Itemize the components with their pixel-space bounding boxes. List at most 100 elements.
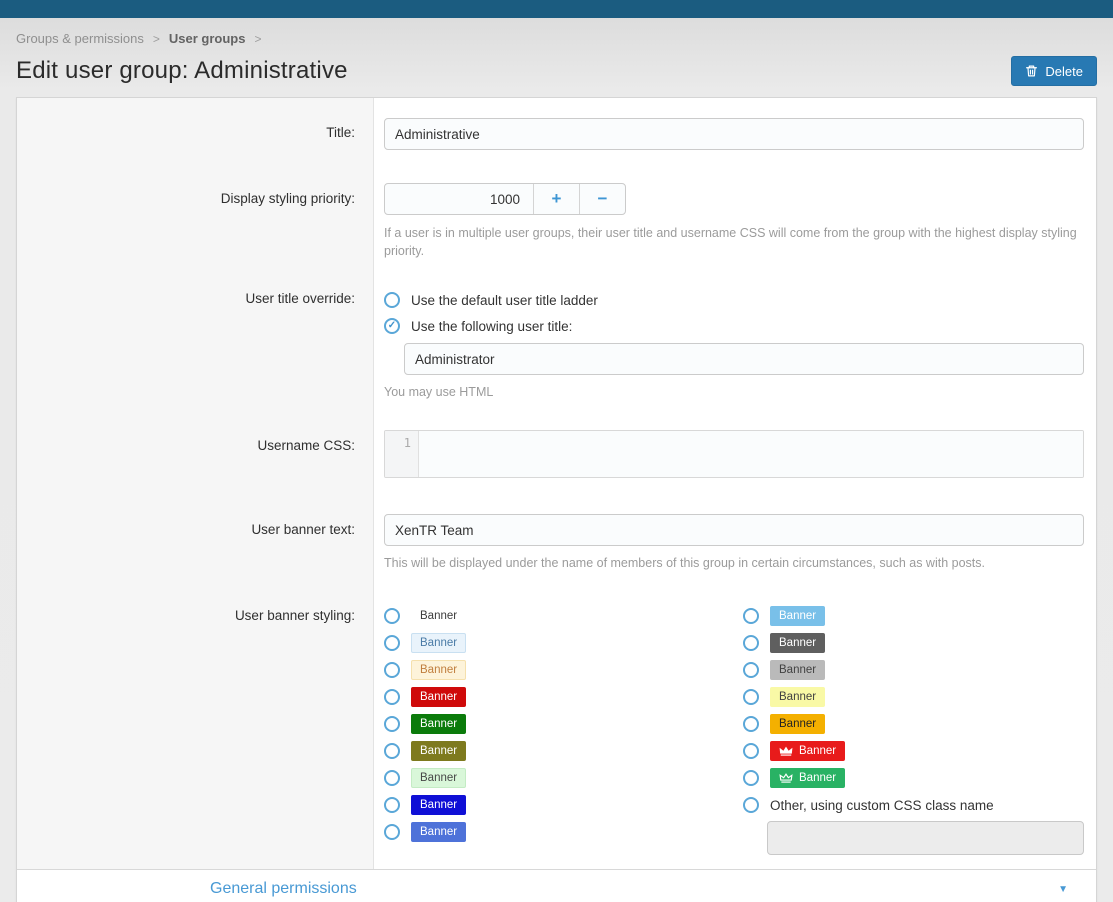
banner-option-light-yellow[interactable]: Banner: [743, 684, 1084, 711]
banner-text-row: User banner text: This will be displayed…: [17, 478, 1096, 572]
banner-preview[interactable]: Banner: [770, 633, 825, 654]
delete-button-label: Delete: [1045, 64, 1083, 79]
user-title-hint: You may use HTML: [384, 383, 1084, 401]
css-code-input[interactable]: [419, 431, 1083, 477]
radio-unchecked-icon[interactable]: [384, 689, 400, 705]
banner-preview[interactable]: Banner: [770, 660, 825, 681]
banner-option-wheat[interactable]: Banner: [384, 657, 743, 684]
banner-option-red[interactable]: Banner: [384, 684, 743, 711]
banner-preview[interactable]: Banner: [770, 741, 845, 762]
top-navigation-bar: [0, 0, 1113, 18]
breadcrumb-separator-icon: >: [153, 32, 160, 46]
radio-unchecked-icon[interactable]: [743, 635, 759, 651]
section-title: General permissions: [210, 880, 357, 898]
breadcrumb-user-groups[interactable]: User groups: [169, 31, 246, 46]
general-permissions-section-toggle[interactable]: General permissions ▼: [17, 869, 1096, 902]
banner-styling-row: User banner styling: Banner Banner: [17, 573, 1096, 869]
banner-preview[interactable]: Banner: [770, 687, 825, 708]
banner-option-custom-css[interactable]: Other, using custom CSS class name: [743, 792, 1084, 819]
radio-unchecked-icon[interactable]: [384, 716, 400, 732]
banner-text-input[interactable]: [384, 514, 1084, 546]
user-group-form: Title: Display styling priority: + − If …: [16, 97, 1097, 902]
radio-unchecked-icon[interactable]: [743, 770, 759, 786]
banner-preview[interactable]: Banner: [411, 822, 466, 843]
option-following-user-title[interactable]: Use the following user title:: [384, 316, 1084, 336]
crown-icon: [779, 773, 793, 783]
option-default-title-ladder[interactable]: Use the default user title ladder: [384, 290, 1084, 310]
banner-preview-label: Banner: [799, 771, 836, 786]
priority-input[interactable]: [385, 184, 533, 214]
radio-unchecked-icon[interactable]: [384, 608, 400, 624]
banner-option-olive[interactable]: Banner: [384, 738, 743, 765]
radio-unchecked-icon[interactable]: [384, 770, 400, 786]
page-header: Edit user group: Administrative Delete: [16, 56, 1097, 86]
css-code-editor: 1: [384, 430, 1084, 478]
radio-unchecked-icon[interactable]: [384, 635, 400, 651]
banner-preview[interactable]: Banner: [411, 714, 466, 735]
banner-preview-label: Banner: [799, 744, 836, 759]
display-priority-label: Display styling priority:: [17, 150, 374, 260]
custom-css-option-label: Other, using custom CSS class name: [770, 798, 994, 813]
breadcrumb: Groups & permissions > User groups >: [16, 31, 1097, 46]
delete-button[interactable]: Delete: [1011, 56, 1097, 86]
banner-preview[interactable]: Banner: [770, 714, 825, 735]
line-number-gutter: 1: [385, 431, 419, 477]
banner-preview[interactable]: Banner: [411, 687, 466, 708]
decrement-button[interactable]: −: [579, 184, 625, 214]
increment-button[interactable]: +: [533, 184, 579, 214]
breadcrumb-groups-permissions[interactable]: Groups & permissions: [16, 31, 144, 46]
username-css-row: Username CSS: 1: [17, 401, 1096, 478]
radio-unchecked-icon[interactable]: [384, 743, 400, 759]
banner-option-silver[interactable]: Banner: [743, 657, 1084, 684]
banner-preview[interactable]: Banner: [411, 795, 466, 816]
radio-unchecked-icon[interactable]: [743, 797, 759, 813]
banner-option-staff-red[interactable]: Banner: [743, 738, 1084, 765]
custom-css-class-input[interactable]: [767, 821, 1084, 855]
banner-option-light-blue[interactable]: Banner: [384, 630, 743, 657]
radio-unchecked-icon[interactable]: [384, 662, 400, 678]
radio-unchecked-icon[interactable]: [743, 608, 759, 624]
banner-text-label: User banner text:: [17, 478, 374, 572]
banner-option-dark-gray[interactable]: Banner: [743, 630, 1084, 657]
edit-user-group-page: Groups & permissions > User groups > Edi…: [0, 0, 1113, 902]
username-css-label: Username CSS:: [17, 401, 374, 478]
priority-stepper: + −: [384, 183, 626, 215]
banner-option-amber[interactable]: Banner: [743, 711, 1084, 738]
banner-preview[interactable]: Banner: [411, 606, 466, 627]
banner-preview[interactable]: Banner: [411, 741, 466, 762]
banner-preview[interactable]: Banner: [770, 606, 825, 627]
chevron-down-icon: ▼: [1058, 884, 1068, 895]
banner-option-staff-green[interactable]: Banner: [743, 765, 1084, 792]
radio-unchecked-icon[interactable]: [743, 662, 759, 678]
banner-options-right-column: Banner Banner Banner: [743, 603, 1084, 855]
banner-option-royal-blue[interactable]: Banner: [384, 819, 743, 846]
title-row: Title:: [17, 98, 1096, 150]
banner-option-navy-blue[interactable]: Banner: [384, 792, 743, 819]
radio-checked-icon[interactable]: [384, 318, 400, 334]
title-input[interactable]: [384, 118, 1084, 150]
breadcrumb-separator-icon: >: [254, 32, 261, 46]
radio-unchecked-icon[interactable]: [743, 689, 759, 705]
banner-preview[interactable]: Banner: [411, 768, 466, 789]
banner-preview[interactable]: Banner: [411, 660, 466, 681]
banner-text-hint: This will be displayed under the name of…: [384, 554, 1084, 572]
radio-unchecked-icon[interactable]: [384, 292, 400, 308]
banner-option-pale-green[interactable]: Banner: [384, 765, 743, 792]
banner-option-sky-blue[interactable]: Banner: [743, 603, 1084, 630]
banner-option-none[interactable]: Banner: [384, 603, 743, 630]
banner-preview[interactable]: Banner: [411, 633, 466, 654]
user-title-override-label: User title override:: [17, 260, 374, 401]
radio-unchecked-icon[interactable]: [743, 716, 759, 732]
banner-preview[interactable]: Banner: [770, 768, 845, 789]
user-title-input[interactable]: [404, 343, 1084, 375]
display-priority-row: Display styling priority: + − If a user …: [17, 150, 1096, 260]
trash-icon: [1025, 64, 1038, 78]
radio-unchecked-icon[interactable]: [743, 743, 759, 759]
banner-option-dark-green[interactable]: Banner: [384, 711, 743, 738]
page-title: Edit user group: Administrative: [16, 57, 348, 85]
radio-unchecked-icon[interactable]: [384, 797, 400, 813]
crown-icon: [779, 746, 793, 756]
banner-options-left-column: Banner Banner Banner: [384, 603, 743, 855]
radio-unchecked-icon[interactable]: [384, 824, 400, 840]
priority-explanation: If a user is in multiple user groups, th…: [384, 224, 1079, 260]
